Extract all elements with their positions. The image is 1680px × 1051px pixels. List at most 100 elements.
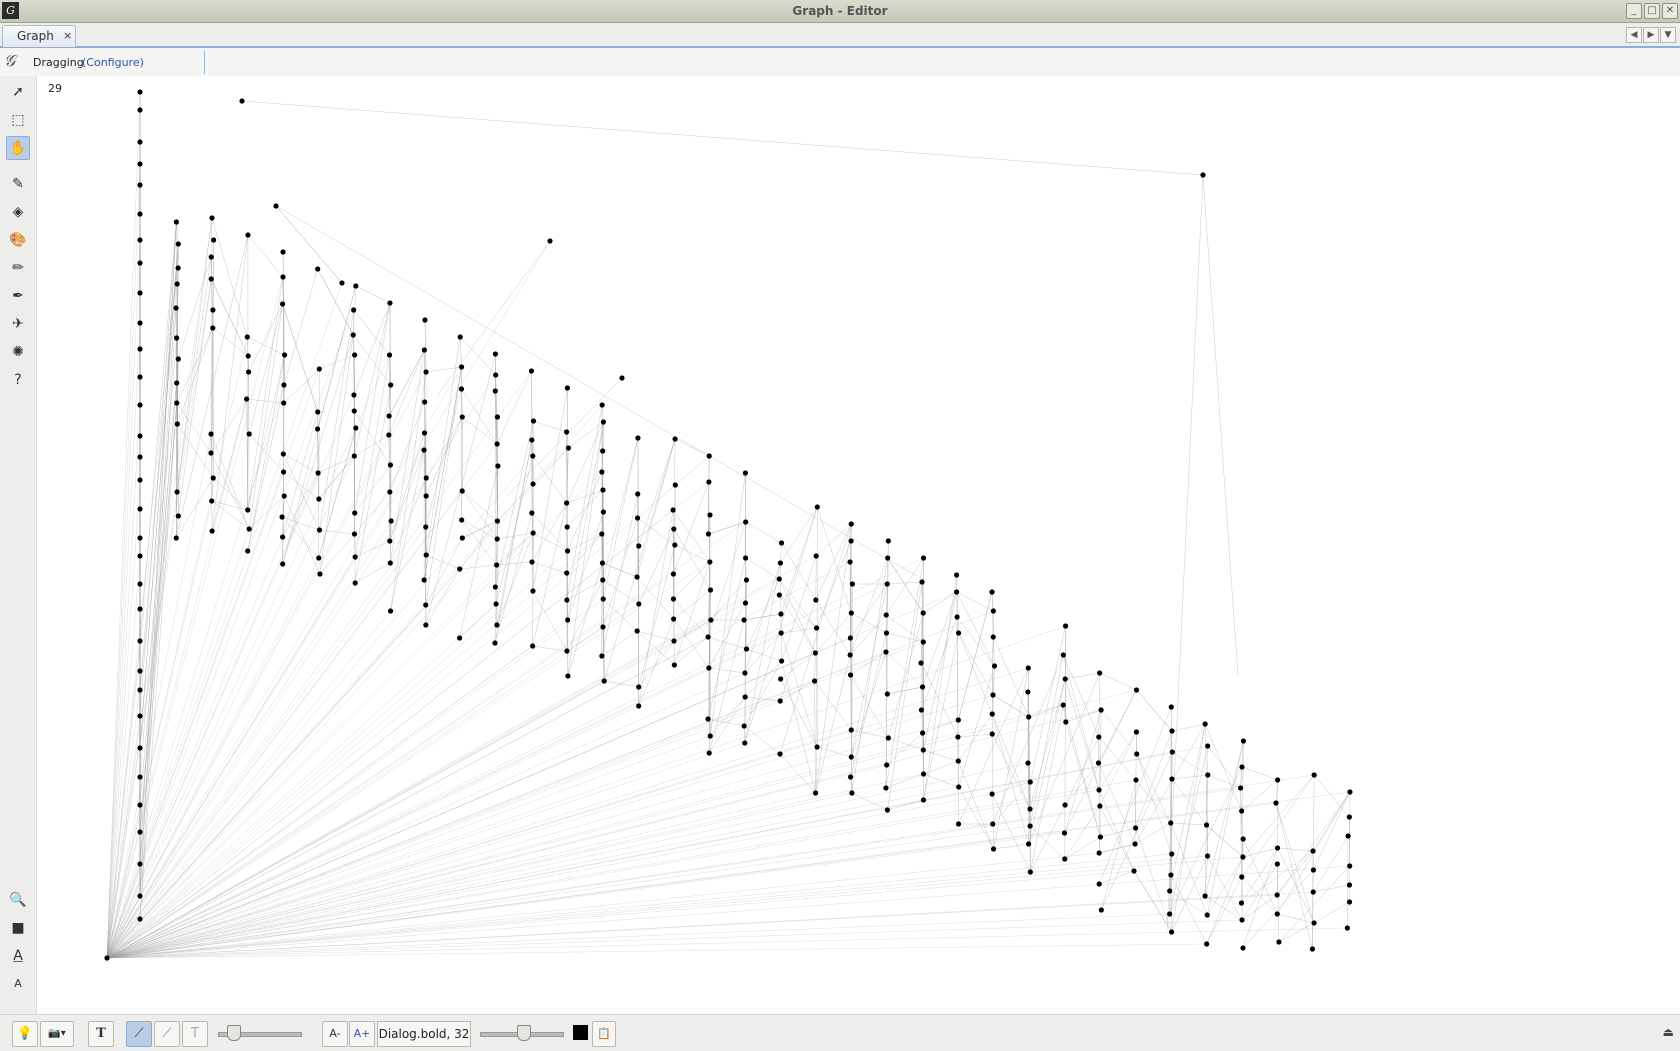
graph-node[interactable]: [387, 300, 392, 305]
graph-node[interactable]: [1099, 907, 1104, 912]
graph-node[interactable]: [459, 364, 464, 369]
graph-node[interactable]: [600, 560, 605, 565]
graph-node[interactable]: [671, 526, 676, 531]
graph-node[interactable]: [245, 507, 250, 512]
graph-node[interactable]: [601, 419, 606, 424]
graph-node[interactable]: [814, 553, 819, 558]
graph-node[interactable]: [1311, 920, 1316, 925]
graph-node[interactable]: [351, 307, 356, 312]
graph-node[interactable]: [954, 589, 959, 594]
graph-node[interactable]: [742, 670, 747, 675]
graph-node[interactable]: [1204, 941, 1209, 946]
graph-node[interactable]: [529, 437, 534, 442]
graph-node[interactable]: [1310, 848, 1315, 853]
graph-node[interactable]: [850, 581, 855, 586]
graph-node[interactable]: [1200, 172, 1205, 177]
graph-node[interactable]: [388, 382, 393, 387]
graph-node[interactable]: [387, 352, 392, 357]
graph-node[interactable]: [989, 589, 994, 594]
graph-node[interactable]: [1239, 874, 1244, 879]
graph-node[interactable]: [1346, 833, 1351, 838]
graph-node[interactable]: [176, 241, 181, 246]
graph-node[interactable]: [495, 518, 500, 523]
graph-node[interactable]: [176, 265, 181, 270]
graph-node[interactable]: [1063, 623, 1068, 628]
graph-node[interactable]: [245, 548, 250, 553]
graph-node[interactable]: [919, 579, 924, 584]
graph-node[interactable]: [137, 139, 142, 144]
graph-node[interactable]: [1063, 676, 1068, 681]
graph-node[interactable]: [529, 368, 534, 373]
graph-node[interactable]: [1026, 841, 1031, 846]
graph-node[interactable]: [317, 571, 322, 576]
graph-node[interactable]: [883, 785, 888, 790]
graph-node[interactable]: [991, 634, 996, 639]
graph-node[interactable]: [707, 453, 712, 458]
graph-node[interactable]: [600, 624, 605, 629]
graph-node[interactable]: [990, 711, 995, 716]
graph-node[interactable]: [1205, 743, 1210, 748]
graph-node[interactable]: [353, 425, 358, 430]
graph-node[interactable]: [919, 707, 924, 712]
graph-node[interactable]: [849, 521, 854, 526]
graph-node[interactable]: [1203, 721, 1208, 726]
graph-node[interactable]: [493, 351, 498, 356]
graph-node[interactable]: [636, 543, 641, 548]
graph-node[interactable]: [422, 577, 427, 582]
graph-node[interactable]: [1134, 729, 1139, 734]
graph-node[interactable]: [1205, 772, 1210, 777]
graph-node[interactable]: [174, 535, 179, 540]
graph-node[interactable]: [210, 307, 215, 312]
graph-node[interactable]: [530, 481, 535, 486]
graph-node[interactable]: [493, 372, 498, 377]
graph-node[interactable]: [137, 454, 142, 459]
graph-node[interactable]: [600, 487, 605, 492]
graph-node[interactable]: [208, 450, 213, 455]
graph-node[interactable]: [886, 538, 891, 543]
graph-node[interactable]: [848, 652, 853, 657]
graph-node[interactable]: [743, 600, 748, 605]
graph-node[interactable]: [494, 562, 499, 567]
graph-node[interactable]: [137, 89, 142, 94]
graph-node[interactable]: [459, 517, 464, 522]
graph-node[interactable]: [1097, 803, 1102, 808]
graph-node[interactable]: [137, 802, 142, 807]
graph-node[interactable]: [886, 735, 891, 740]
graph-node[interactable]: [673, 482, 678, 487]
graph-node[interactable]: [565, 385, 570, 390]
edge-color-icon[interactable]: ⟋: [154, 1021, 180, 1047]
graph-node[interactable]: [1026, 665, 1031, 670]
graph-node[interactable]: [564, 648, 569, 653]
graph-node[interactable]: [281, 451, 286, 456]
graph-node[interactable]: [599, 469, 604, 474]
status-icon[interactable]: ⏏: [1663, 1025, 1674, 1039]
graph-node[interactable]: [282, 352, 287, 357]
graph-node[interactable]: [421, 447, 426, 452]
graph-node[interactable]: [352, 453, 357, 458]
graph-node[interactable]: [137, 581, 142, 586]
graph-node[interactable]: [1310, 946, 1315, 951]
graph-node[interactable]: [244, 396, 249, 401]
graph-node[interactable]: [176, 513, 181, 518]
graph-node[interactable]: [1062, 802, 1067, 807]
graph-node[interactable]: [1134, 687, 1139, 692]
graph-node[interactable]: [990, 692, 995, 697]
graph-node[interactable]: [246, 369, 251, 374]
graph-node[interactable]: [1132, 841, 1137, 846]
graph-node[interactable]: [708, 617, 713, 622]
graph-node[interactable]: [1276, 939, 1281, 944]
graph-node[interactable]: [422, 430, 427, 435]
graph-node[interactable]: [1239, 764, 1244, 769]
graph-node[interactable]: [137, 346, 142, 351]
graph-node[interactable]: [423, 622, 428, 627]
graph-node[interactable]: [814, 744, 819, 749]
graph-node[interactable]: [955, 734, 960, 739]
graph-node[interactable]: [460, 414, 465, 419]
graph-node[interactable]: [315, 409, 320, 414]
graph-node[interactable]: [635, 491, 640, 496]
graph-node[interactable]: [565, 617, 570, 622]
graph-node[interactable]: [1131, 868, 1136, 873]
graph-node[interactable]: [1133, 825, 1138, 830]
graph-node[interactable]: [422, 347, 427, 352]
graph-node[interactable]: [921, 639, 926, 644]
